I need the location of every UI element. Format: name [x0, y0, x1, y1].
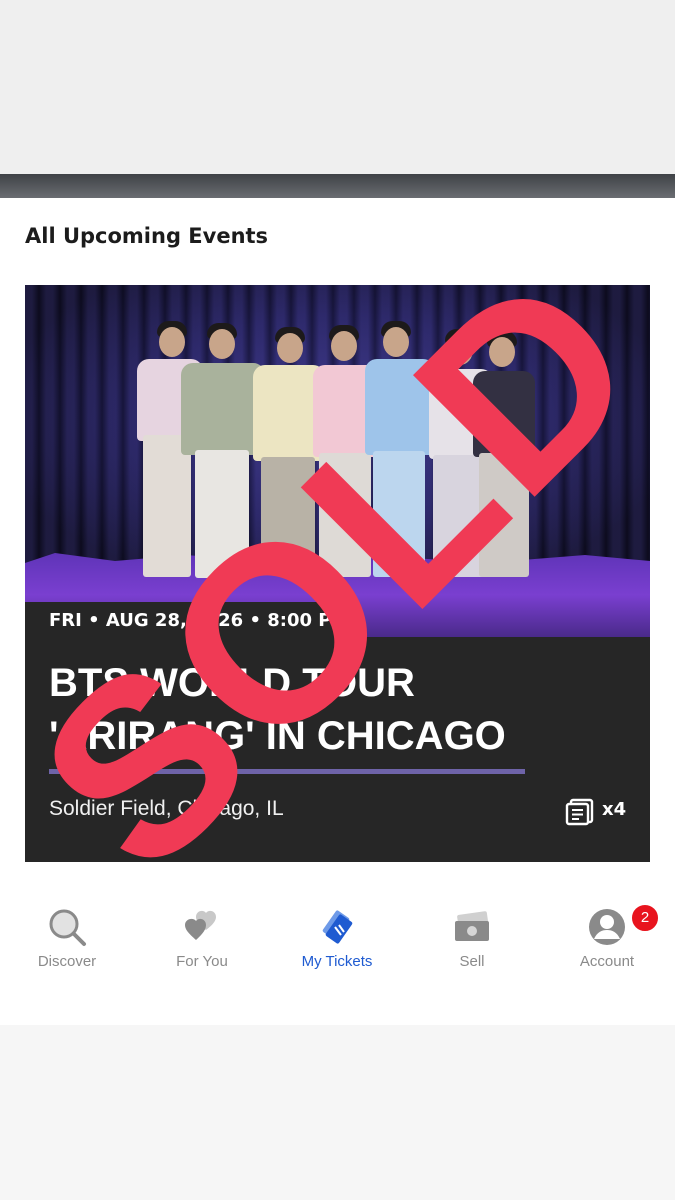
nav-label-for-you: For You	[176, 953, 228, 970]
user-icon	[589, 909, 625, 945]
header-shadow-bar	[0, 174, 675, 198]
title-underline	[49, 769, 525, 774]
event-date: FRI • AUG 28, 2026 • 8:00 PM	[49, 610, 350, 631]
nav-sell[interactable]: Sell	[412, 895, 532, 985]
nav-discover[interactable]: Discover	[7, 895, 127, 985]
event-venue: Soldier Field, Chicago, IL	[49, 797, 284, 820]
nav-label-my-tickets: My Tickets	[301, 953, 373, 970]
bottom-nav: Discover For You My Tickets Sell 2 Accou…	[0, 895, 675, 985]
nav-for-you[interactable]: For You	[142, 895, 262, 985]
event-title: BTS WORLD TOUR 'ARIRANG' IN CHICAGO	[49, 661, 506, 758]
nav-account[interactable]: 2 Account	[547, 895, 667, 985]
magnifier-icon	[49, 909, 86, 946]
nav-label-discover: Discover	[37, 953, 97, 970]
hearts-icon	[185, 910, 216, 940]
section-title: All Upcoming Events	[25, 224, 269, 248]
money-icon	[455, 911, 489, 941]
ticket-count: x4	[602, 799, 627, 820]
nav-my-tickets[interactable]: My Tickets	[277, 895, 397, 985]
status-area	[0, 0, 675, 174]
tickets-icon	[322, 910, 353, 944]
ticket-icon	[565, 798, 594, 826]
event-card[interactable]: FRI • AUG 28, 2026 • 8:00 PM BTS WORLD T…	[25, 285, 650, 862]
nav-label-account: Account	[579, 953, 635, 970]
notification-badge: 2	[630, 903, 660, 933]
bottom-area	[0, 1025, 675, 1200]
nav-label-sell: Sell	[459, 953, 485, 970]
event-image	[25, 285, 650, 637]
group-photo	[25, 285, 650, 637]
